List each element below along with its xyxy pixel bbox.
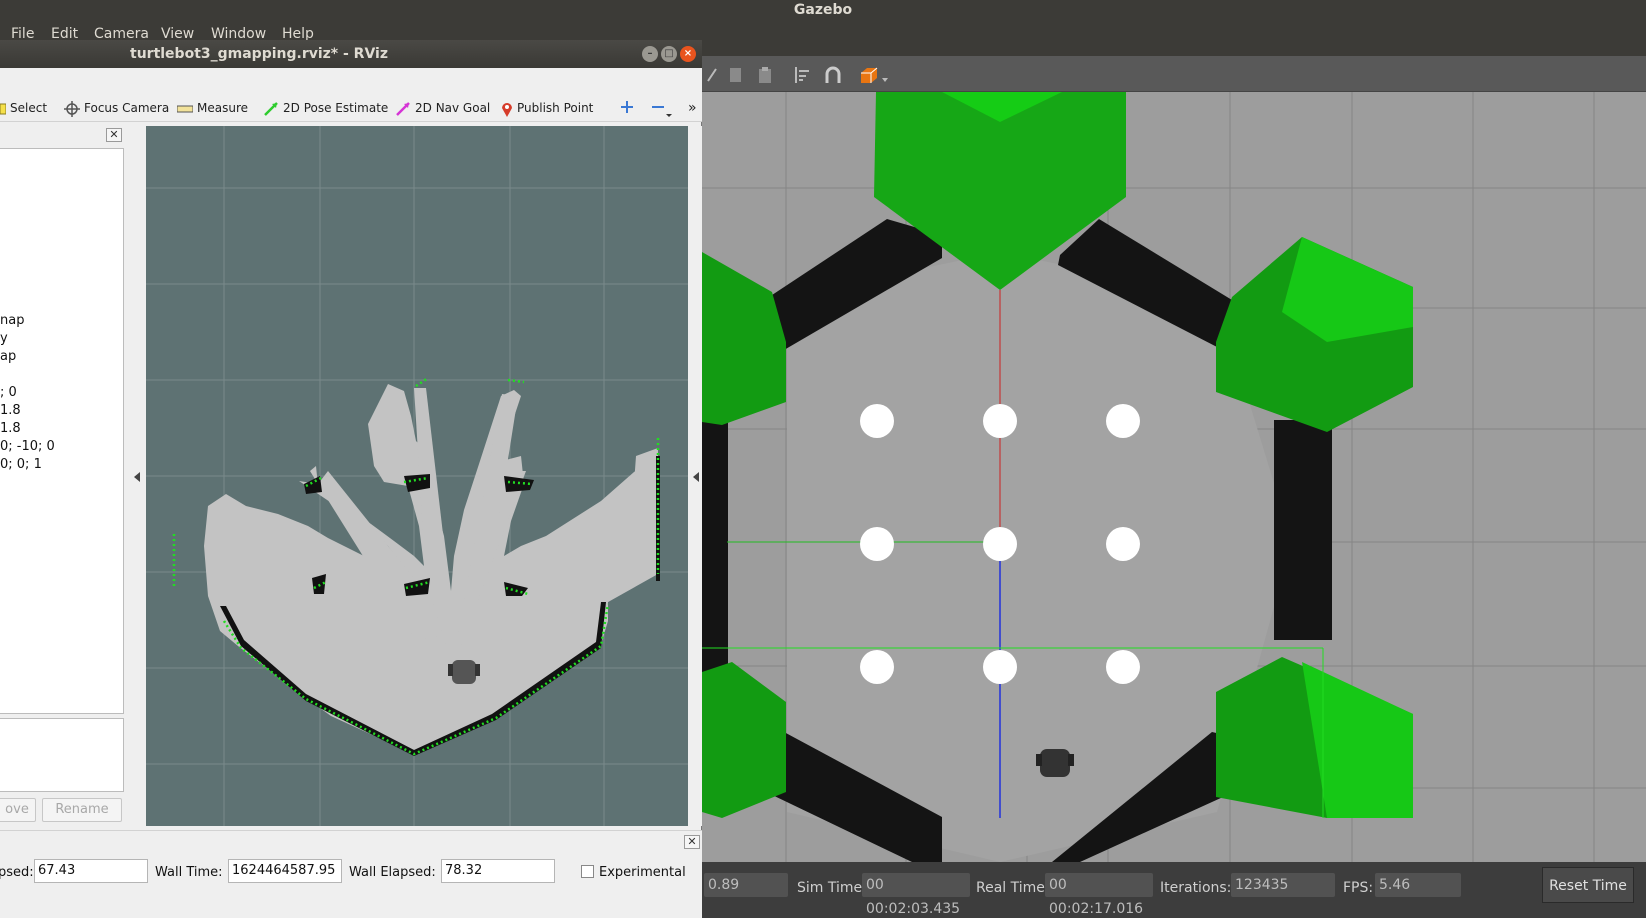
ros-elapsed-value: 67.43 xyxy=(34,859,148,883)
publish-point-label: Publish Point xyxy=(517,101,594,115)
real-time-value: 00 00:02:17.016 xyxy=(1045,873,1153,917)
maximize-icon[interactable]: □ xyxy=(661,46,677,62)
displays-panel: ✕ nap y ap ; 0 1.8 1.8 0; -10; 0 0; 0; 1… xyxy=(0,126,146,868)
real-time-label: Real Time: xyxy=(976,880,1050,896)
align-icon[interactable] xyxy=(793,65,813,85)
select-icon xyxy=(0,103,6,114)
map-pin-icon xyxy=(502,102,512,117)
focus-camera-label: Focus Camera xyxy=(84,101,170,115)
display-text: 0; -10; 0 xyxy=(0,439,55,454)
desktop: { "gazebo": { "window_title": "Gazebo", … xyxy=(0,0,1646,918)
publish-point-tool[interactable]: Publish Point xyxy=(501,98,593,118)
select-label: Select xyxy=(10,101,48,115)
select-tool[interactable]: Select xyxy=(0,98,47,118)
time-panel: ✕ psed: 67.43 Wall Time: 1624464587.95 W… xyxy=(0,830,702,918)
magenta-arrow-icon xyxy=(396,101,410,116)
wall-time-value: 1624464587.95 xyxy=(228,859,342,883)
remove-button[interactable]: ove xyxy=(0,798,36,822)
right-dock-strip xyxy=(688,126,702,826)
sim-time-label: Sim Time: xyxy=(797,880,867,896)
copy-icon[interactable] xyxy=(726,65,746,85)
nav-goal-tool[interactable]: 2D Nav Goal xyxy=(395,98,490,118)
display-text: 1.8 xyxy=(0,403,21,418)
nav-goal-label: 2D Nav Goal xyxy=(415,101,491,115)
gazebo-3d-viewport[interactable] xyxy=(702,92,1646,862)
displays-tree[interactable]: nap y ap ; 0 1.8 1.8 0; -10; 0 0; 0; 1 xyxy=(0,148,124,714)
rviz-window-title: turtlebot3_gmapping.rviz* - RViz xyxy=(130,46,389,62)
rename-button[interactable]: Rename xyxy=(42,798,122,822)
change-view-icon[interactable] xyxy=(858,65,890,85)
experimental-label: Experimental xyxy=(599,865,686,880)
ruler-icon xyxy=(177,105,193,112)
iterations-label: Iterations: xyxy=(1160,880,1232,896)
plus-icon[interactable] xyxy=(620,100,634,114)
wall-elapsed-value: 78.32 xyxy=(441,859,555,883)
turtlebot-robot xyxy=(1036,749,1074,777)
experimental-checkbox[interactable] xyxy=(581,865,594,878)
select-mode-icon[interactable] xyxy=(704,65,724,85)
pose-estimate-tool[interactable]: 2D Pose Estimate xyxy=(263,98,388,118)
time-panel-close-icon[interactable]: ✕ xyxy=(684,835,700,849)
rviz-titlebar: turtlebot3_gmapping.rviz* - RViz – □ × xyxy=(0,40,702,68)
wall-elapsed-label: Wall Elapsed: xyxy=(349,865,436,880)
minimize-icon[interactable]: – xyxy=(642,46,658,62)
display-text: 1.8 xyxy=(0,421,21,436)
fps-label: FPS: xyxy=(1343,880,1374,896)
display-text: ; 0 xyxy=(0,385,17,400)
rviz-map-view[interactable] xyxy=(146,126,688,826)
wall-time-label: Wall Time: xyxy=(155,865,223,880)
rviz-window: turtlebot3_gmapping.rviz* - RViz – □ × S… xyxy=(0,40,702,918)
real-time-factor-value: 0.89 xyxy=(704,873,788,897)
rviz-robot-model xyxy=(448,660,480,684)
green-arrow-icon xyxy=(264,101,278,116)
description-box xyxy=(0,718,124,792)
snap-icon[interactable] xyxy=(823,65,843,85)
ros-elapsed-label: psed: xyxy=(0,865,34,880)
close-icon[interactable]: × xyxy=(680,46,696,62)
sim-time-value: 00 00:02:03.435 xyxy=(862,873,970,917)
display-text: nap xyxy=(0,313,25,328)
iterations-value: 123435 xyxy=(1231,873,1335,897)
gazebo-window-title: Gazebo xyxy=(0,0,1646,22)
focus-camera-tool[interactable]: Focus Camera xyxy=(64,98,169,118)
rviz-toolbar: Select Focus Camera Measure 2D Pose Esti… xyxy=(0,68,702,122)
gazebo-status-bar: 0.89 Sim Time: 00 00:02:03.435 Real Time… xyxy=(702,862,1646,918)
gazebo-toolbar xyxy=(702,56,1646,92)
focus-camera-icon xyxy=(64,100,80,117)
more-tools-button[interactable]: » xyxy=(688,98,697,118)
display-text: y xyxy=(0,331,8,346)
collapse-right-icon[interactable] xyxy=(691,472,699,482)
measure-label: Measure xyxy=(197,101,248,115)
measure-tool[interactable]: Measure xyxy=(177,98,248,118)
pose-estimate-label: 2D Pose Estimate xyxy=(283,101,389,115)
panel-close-icon[interactable]: ✕ xyxy=(106,128,122,142)
reset-time-button[interactable]: Reset Time xyxy=(1542,867,1634,903)
display-text: 0; 0; 1 xyxy=(0,457,42,472)
display-text: ap xyxy=(0,349,17,364)
collapse-left-icon[interactable] xyxy=(134,472,142,482)
fps-value: 5.46 xyxy=(1375,873,1461,897)
paste-icon[interactable] xyxy=(755,65,775,85)
minus-icon[interactable] xyxy=(651,100,673,118)
